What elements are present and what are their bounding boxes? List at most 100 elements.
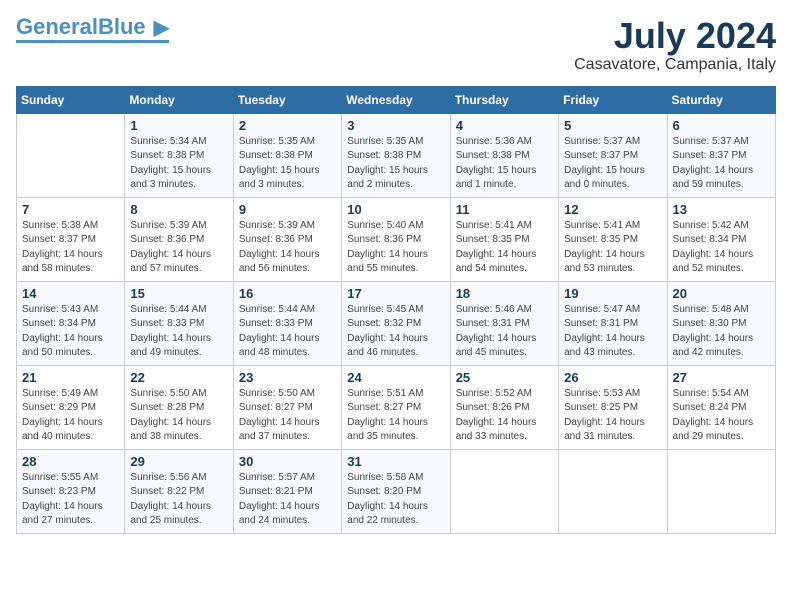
calendar-cell: 27 Sunrise: 5:54 AMSunset: 8:24 PMDayligh…	[667, 365, 775, 449]
cell-info: Sunrise: 5:55 AMSunset: 8:23 PMDaylight:…	[22, 471, 119, 529]
calendar-cell: 3 Sunrise: 5:35 AMSunset: 8:38 PMDaylight…	[342, 113, 450, 197]
calendar-cell	[17, 113, 125, 197]
day-number: 14	[22, 286, 119, 301]
day-number: 23	[239, 370, 336, 385]
cell-info: Sunrise: 5:58 AMSunset: 8:20 PMDaylight:…	[347, 471, 444, 529]
day-number: 15	[130, 286, 227, 301]
logo-text: GeneralBlue ▶	[16, 16, 169, 38]
calendar-cell: 24 Sunrise: 5:51 AMSunset: 8:27 PMDayligh…	[342, 365, 450, 449]
logo-underline	[16, 40, 169, 43]
week-row-1: 1 Sunrise: 5:34 AMSunset: 8:38 PMDaylight…	[17, 113, 776, 197]
cell-info: Sunrise: 5:51 AMSunset: 8:27 PMDaylight:…	[347, 387, 444, 445]
calendar-cell: 23 Sunrise: 5:50 AMSunset: 8:27 PMDayligh…	[233, 365, 341, 449]
location-title: Casavatore, Campania, Italy	[574, 56, 776, 74]
day-number: 6	[673, 118, 770, 133]
cell-info: Sunrise: 5:47 AMSunset: 8:31 PMDaylight:…	[564, 303, 661, 361]
day-number: 8	[130, 202, 227, 217]
calendar-cell: 26Sunrise: 5:53 AMSunset: 8:25 PMDayligh…	[559, 365, 667, 449]
cell-info: Sunrise: 5:45 AMSunset: 8:32 PMDaylight:…	[347, 303, 444, 361]
calendar-cell: 28 Sunrise: 5:55 AMSunset: 8:23 PMDayligh…	[17, 449, 125, 533]
calendar-cell: 4Sunrise: 5:36 AMSunset: 8:38 PMDaylight…	[450, 113, 558, 197]
calendar-cell: 29Sunrise: 5:56 AMSunset: 8:22 PMDayligh…	[125, 449, 233, 533]
header-tuesday: Tuesday	[233, 86, 341, 113]
day-number: 19	[564, 286, 661, 301]
day-number: 2	[239, 118, 336, 133]
cell-info: Sunrise: 5:39 AMSunset: 8:36 PMDaylight:…	[130, 219, 227, 277]
day-number: 12	[564, 202, 661, 217]
day-number: 11	[456, 202, 553, 217]
page-header: GeneralBlue ▶ July 2024 Casavatore, Camp…	[16, 16, 776, 74]
cell-info: Sunrise: 5:41 AMSunset: 8:35 PMDaylight:…	[564, 219, 661, 277]
calendar-cell	[450, 449, 558, 533]
calendar-cell: 19 Sunrise: 5:47 AMSunset: 8:31 PMDayligh…	[559, 281, 667, 365]
day-number: 24	[347, 370, 444, 385]
cell-info: Sunrise: 5:50 AMSunset: 8:27 PMDaylight:…	[239, 387, 336, 445]
cell-info: Sunrise: 5:53 AMSunset: 8:25 PMDaylight:…	[564, 387, 661, 445]
calendar-cell: 21 Sunrise: 5:49 AMSunset: 8:29 PMDayligh…	[17, 365, 125, 449]
calendar-header-row: SundayMondayTuesdayWednesdayThursdayFrid…	[17, 86, 776, 113]
cell-info: Sunrise: 5:50 AMSunset: 8:28 PMDaylight:…	[130, 387, 227, 445]
header-saturday: Saturday	[667, 86, 775, 113]
logo: GeneralBlue ▶	[16, 16, 169, 43]
title-block: July 2024 Casavatore, Campania, Italy	[574, 16, 776, 74]
cell-info: Sunrise: 5:38 AMSunset: 8:37 PMDaylight:…	[22, 219, 119, 277]
day-number: 16	[239, 286, 336, 301]
cell-info: Sunrise: 5:35 AMSunset: 8:38 PMDaylight:…	[239, 135, 336, 193]
cell-info: Sunrise: 5:40 AMSunset: 8:36 PMDaylight:…	[347, 219, 444, 277]
calendar-cell: 6 Sunrise: 5:37 AMSunset: 8:37 PMDaylight…	[667, 113, 775, 197]
calendar-cell: 15 Sunrise: 5:44 AMSunset: 8:33 PMDayligh…	[125, 281, 233, 365]
day-number: 9	[239, 202, 336, 217]
cell-info: Sunrise: 5:54 AMSunset: 8:24 PMDaylight:…	[673, 387, 770, 445]
calendar-cell: 8 Sunrise: 5:39 AMSunset: 8:36 PMDaylight…	[125, 197, 233, 281]
day-number: 31	[347, 454, 444, 469]
cell-info: Sunrise: 5:37 AMSunset: 8:37 PMDaylight:…	[673, 135, 770, 193]
calendar-cell: 2 Sunrise: 5:35 AMSunset: 8:38 PMDaylight…	[233, 113, 341, 197]
calendar-cell	[667, 449, 775, 533]
header-sunday: Sunday	[17, 86, 125, 113]
month-title: July 2024	[574, 16, 776, 56]
day-number: 1	[130, 118, 227, 133]
day-number: 20	[673, 286, 770, 301]
calendar-cell: 9Sunrise: 5:39 AMSunset: 8:36 PMDaylight…	[233, 197, 341, 281]
header-friday: Friday	[559, 86, 667, 113]
day-number: 7	[22, 202, 119, 217]
cell-info: Sunrise: 5:41 AMSunset: 8:35 PMDaylight:…	[456, 219, 553, 277]
week-row-3: 14 Sunrise: 5:43 AMSunset: 8:34 PMDayligh…	[17, 281, 776, 365]
day-number: 21	[22, 370, 119, 385]
cell-info: Sunrise: 5:42 AMSunset: 8:34 PMDaylight:…	[673, 219, 770, 277]
calendar-cell: 12 Sunrise: 5:41 AMSunset: 8:35 PMDayligh…	[559, 197, 667, 281]
calendar-cell: 25Sunrise: 5:52 AMSunset: 8:26 PMDayligh…	[450, 365, 558, 449]
header-monday: Monday	[125, 86, 233, 113]
calendar-cell: 18Sunrise: 5:46 AMSunset: 8:31 PMDayligh…	[450, 281, 558, 365]
day-number: 4	[456, 118, 553, 133]
logo-icon: ▶	[154, 17, 169, 39]
day-number: 3	[347, 118, 444, 133]
logo-general: General	[16, 14, 98, 39]
week-row-2: 7 Sunrise: 5:38 AMSunset: 8:37 PMDaylight…	[17, 197, 776, 281]
day-number: 30	[239, 454, 336, 469]
calendar-cell: 16Sunrise: 5:44 AMSunset: 8:33 PMDayligh…	[233, 281, 341, 365]
calendar-cell: 30 Sunrise: 5:57 AMSunset: 8:21 PMDayligh…	[233, 449, 341, 533]
cell-info: Sunrise: 5:52 AMSunset: 8:26 PMDaylight:…	[456, 387, 553, 445]
cell-info: Sunrise: 5:34 AMSunset: 8:38 PMDaylight:…	[130, 135, 227, 193]
cell-info: Sunrise: 5:44 AMSunset: 8:33 PMDaylight:…	[130, 303, 227, 361]
day-number: 29	[130, 454, 227, 469]
day-number: 17	[347, 286, 444, 301]
cell-info: Sunrise: 5:49 AMSunset: 8:29 PMDaylight:…	[22, 387, 119, 445]
day-number: 28	[22, 454, 119, 469]
day-number: 27	[673, 370, 770, 385]
week-row-4: 21 Sunrise: 5:49 AMSunset: 8:29 PMDayligh…	[17, 365, 776, 449]
logo-blue: Blue	[98, 14, 146, 39]
cell-info: Sunrise: 5:35 AMSunset: 8:38 PMDaylight:…	[347, 135, 444, 193]
calendar-table: SundayMondayTuesdayWednesdayThursdayFrid…	[16, 86, 776, 534]
cell-info: Sunrise: 5:37 AMSunset: 8:37 PMDaylight:…	[564, 135, 661, 193]
day-number: 5	[564, 118, 661, 133]
cell-info: Sunrise: 5:46 AMSunset: 8:31 PMDaylight:…	[456, 303, 553, 361]
calendar-cell: 10Sunrise: 5:40 AMSunset: 8:36 PMDayligh…	[342, 197, 450, 281]
calendar-cell: 13Sunrise: 5:42 AMSunset: 8:34 PMDayligh…	[667, 197, 775, 281]
cell-info: Sunrise: 5:43 AMSunset: 8:34 PMDaylight:…	[22, 303, 119, 361]
calendar-cell: 5 Sunrise: 5:37 AMSunset: 8:37 PMDaylight…	[559, 113, 667, 197]
calendar-cell	[559, 449, 667, 533]
cell-info: Sunrise: 5:57 AMSunset: 8:21 PMDaylight:…	[239, 471, 336, 529]
cell-info: Sunrise: 5:48 AMSunset: 8:30 PMDaylight:…	[673, 303, 770, 361]
